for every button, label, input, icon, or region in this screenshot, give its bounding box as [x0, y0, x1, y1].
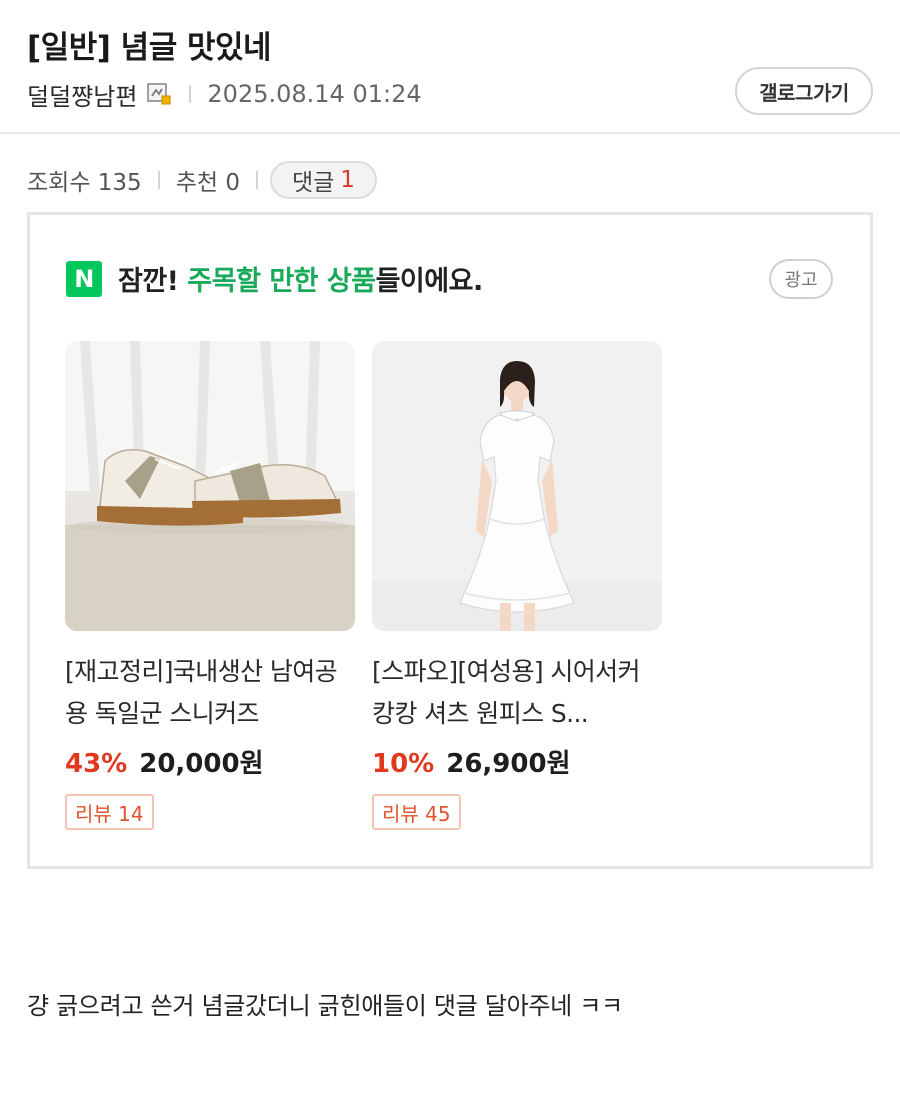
comment-count-button[interactable]: 댓글 1: [269, 161, 377, 199]
comment-count: 1: [340, 167, 355, 193]
ad-badge[interactable]: 광고: [769, 259, 833, 299]
product-discount: 10%: [372, 749, 435, 779]
product-card[interactable]: [재고정리]국내생산 남여공용 독일군 스니커즈 43% 20,000원 리뷰 …: [65, 341, 355, 830]
product-name[interactable]: [재고정리]국내생산 남여공용 독일군 스니커즈: [65, 651, 355, 735]
ad-headline-highlight: 주목할 만한 상품: [187, 266, 376, 297]
post-stats: 조회수 135 추천 0 댓글 1: [27, 160, 377, 200]
ad-headline: N 잠깐! 주목할 만한 상품 들이에요.: [66, 259, 483, 298]
product-image-sneakers[interactable]: [65, 341, 355, 631]
gallog-badge-icon[interactable]: [147, 83, 171, 105]
product-review-count: 리뷰 14: [65, 794, 154, 830]
product-price-row: 10% 26,900원: [372, 743, 662, 780]
ad-box: N 잠깐! 주목할 만한 상품 들이에요. 광고 [재고정리]국내생산 남여공용…: [27, 212, 873, 869]
recommend-count: 추천 0: [175, 170, 240, 196]
post-date: 2025.08.14 01:24: [207, 80, 422, 108]
comment-label: 댓글: [291, 170, 335, 196]
product-card[interactable]: [스파오][여성용] 시어서커 캉캉 셔츠 원피스 S... 10% 26,90…: [372, 341, 662, 830]
gallog-button[interactable]: 갤로그가기: [735, 67, 873, 115]
ad-headline-suffix: 들이에요.: [375, 266, 484, 297]
product-price-row: 43% 20,000원: [65, 743, 355, 780]
view-count: 조회수 135: [27, 170, 142, 196]
naver-logo-icon: N: [66, 260, 102, 297]
product-image-dress[interactable]: [372, 341, 662, 631]
product-name[interactable]: [스파오][여성용] 시어서커 캉캉 셔츠 원피스 S...: [372, 651, 662, 735]
product-price: 26,900원: [446, 749, 571, 779]
ad-headline-prefix: 잠깐!: [118, 266, 188, 297]
post-title: [일반] 념글 맛있네: [27, 30, 272, 66]
post-header: [일반] 념글 맛있네 덜덜쨩남편 2025.08.14 01:24 갤로그가기: [0, 0, 900, 134]
stats-divider: [255, 171, 258, 189]
product-price: 20,000원: [139, 749, 264, 779]
post-body-text: 걍 긁으려고 쓴거 념글갔더니 긁힌애들이 댓글 달아주네 ㅋㅋ: [27, 992, 623, 1020]
post-meta: 덜덜쨩남편 2025.08.14 01:24: [27, 77, 422, 111]
meta-divider: [189, 85, 192, 103]
product-discount: 43%: [65, 749, 128, 779]
stats-divider: [157, 171, 160, 189]
product-review-count: 리뷰 45: [372, 794, 461, 830]
author-name[interactable]: 덜덜쨩남편: [27, 77, 137, 112]
